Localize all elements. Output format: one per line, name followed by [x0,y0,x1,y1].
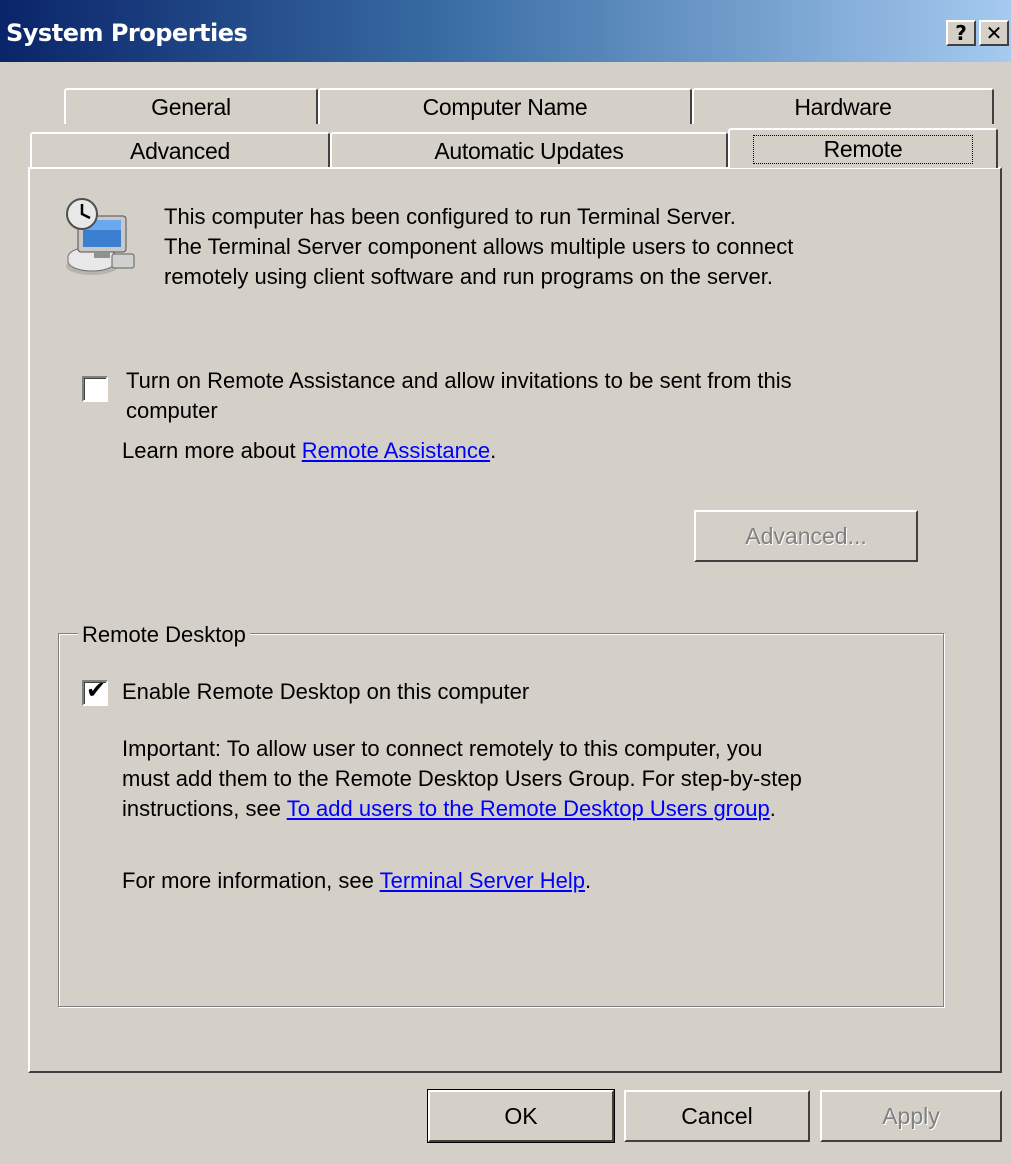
more-info-text: For more information, see Terminal Serve… [122,868,591,894]
ok-button-label: OK [504,1102,538,1129]
more-info-suffix: . [585,868,592,893]
enable-remote-desktop-label[interactable]: Enable Remote Desktop on this computer [122,679,529,705]
important-prefix: instructions, see [122,796,287,821]
title-bar[interactable]: System Properties ? ✕ [0,0,1011,62]
tab-label: Hardware [794,93,892,120]
intro-line: remotely using client software and run p… [164,264,773,289]
advanced-button[interactable]: Advanced... [694,510,918,562]
remote-assistance-link[interactable]: Remote Assistance [302,438,490,463]
tab-general[interactable]: General [64,88,318,124]
intro-line: This computer has been configured to run… [164,204,736,229]
remote-assistance-label-line2: computer [126,398,218,423]
tab-label: Automatic Updates [434,137,624,164]
close-icon: ✕ [985,21,1003,45]
important-line: Important: To allow user to connect remo… [122,736,763,761]
important-line: instructions, see To add users to the Re… [122,794,802,824]
terminal-server-help-link[interactable]: Terminal Server Help [380,868,585,893]
tab-advanced[interactable]: Advanced [30,132,330,168]
tab-computer-name[interactable]: Computer Name [318,88,692,124]
apply-button[interactable]: Apply [820,1090,1002,1142]
intro-text: This computer has been configured to run… [164,202,793,292]
tab-label: Computer Name [422,93,588,120]
ok-button[interactable]: OK [427,1089,615,1143]
remote-assistance-label-line1: Turn on Remote Assistance and allow invi… [126,368,792,393]
learn-more-text: Learn more about Remote Assistance. [122,438,496,464]
tab-hardware[interactable]: Hardware [692,88,994,124]
important-line: must add them to the Remote Desktop User… [122,766,802,791]
add-users-link[interactable]: To add users to the Remote Desktop Users… [287,796,770,821]
window-title: System Properties [6,19,248,47]
tab-label: Advanced [130,137,230,164]
close-button[interactable]: ✕ [979,20,1009,46]
important-suffix: . [769,796,776,821]
learn-more-suffix: . [490,438,497,463]
help-button[interactable]: ? [946,20,976,46]
tab-label: General [151,93,231,120]
enable-remote-desktop-checkbox[interactable]: ✔ [82,676,108,706]
tab-remote[interactable]: Remote [728,128,998,168]
important-text: Important: To allow user to connect remo… [122,734,802,824]
remote-desktop-group-label: Remote Desktop [78,622,250,648]
apply-button-label: Apply [882,1102,940,1129]
help-icon: ? [955,21,967,45]
learn-more-prefix: Learn more about [122,438,302,463]
intro-line: The Terminal Server component allows mul… [164,234,794,259]
cancel-button-label: Cancel [681,1102,753,1129]
tab-automatic-updates[interactable]: Automatic Updates [330,132,728,168]
tab-label: Remote [752,134,974,164]
more-info-prefix: For more information, see [122,868,380,893]
cancel-button[interactable]: Cancel [624,1090,810,1142]
remote-assistance-label[interactable]: Turn on Remote Assistance and allow invi… [126,366,792,426]
checkmark-icon: ✔ [86,676,107,704]
terminal-server-icon [66,198,135,275]
remote-assistance-checkbox[interactable] [82,376,108,402]
advanced-button-label: Advanced... [745,522,867,549]
